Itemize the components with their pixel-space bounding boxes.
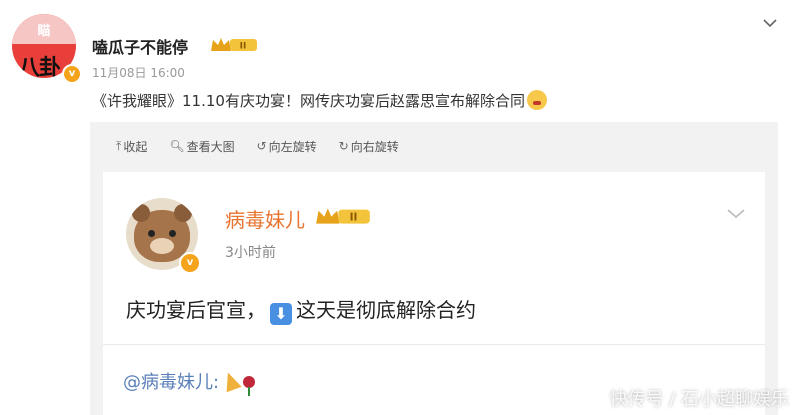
- watermark-text: 快传号 / 石小超聊娱乐: [609, 389, 789, 410]
- magnifier-icon: 🔍︎: [169, 139, 185, 153]
- post-text: 《许我耀眼》11.10有庆功宴！网传庆功宴后赵露思宣布解除合同: [92, 90, 547, 111]
- mention-text: @病毒妹儿:: [123, 372, 220, 393]
- card-time: 3小时前: [225, 245, 276, 261]
- card-level-badge-text: II: [350, 212, 358, 224]
- down-arrow-icon: ⬇: [270, 303, 292, 325]
- party-popper-icon: [220, 369, 242, 393]
- author-name[interactable]: 嗑瓜子不能停: [92, 34, 188, 58]
- card-text-before: 庆功宴后官宣，: [126, 298, 266, 322]
- rotate-left-label: 向左旋转: [268, 139, 317, 154]
- card-chevron-down-icon: [727, 209, 745, 219]
- collapse-icon: ⤒: [116, 138, 122, 153]
- card-divider: [103, 344, 765, 345]
- surprised-emoji-icon: [526, 90, 547, 110]
- rotate-right-icon: ↻: [338, 139, 349, 153]
- chevron-down-icon[interactable]: [761, 14, 779, 32]
- view-large-button[interactable]: 🔍︎ 查看大图: [169, 136, 234, 156]
- card-author-name: 病毒妹儿: [225, 208, 305, 232]
- rotate-left-icon: ↺: [256, 139, 267, 153]
- embedded-post-image[interactable]: v 病毒妹儿 II 3小时前 庆功宴后官宣， ⬇ 这天是彻底解除合约 @病毒妹儿:: [103, 172, 765, 415]
- view-large-label: 查看大图: [186, 139, 235, 154]
- card-member-crown-icon: II: [316, 208, 370, 224]
- post-timestamp[interactable]: 11月08日 16:00: [92, 64, 185, 81]
- rose-icon: [243, 376, 256, 396]
- verified-badge-icon: v: [62, 64, 82, 84]
- card-mention: @病毒妹儿:: [123, 368, 256, 396]
- avatar-logo-text: 八卦: [18, 56, 61, 78]
- level-badge-text: II: [240, 42, 247, 52]
- rotate-right-label: 向右旋转: [350, 139, 399, 154]
- member-crown-icon[interactable]: II: [210, 36, 258, 53]
- media-panel: ⤒ 收起 🔍︎ 查看大图 ↺ 向左旋转 ↻ 向右旋转 v 病毒妹儿 II 3小时…: [90, 122, 778, 415]
- collapse-label: 收起: [123, 139, 148, 154]
- card-verified-badge-icon: v: [179, 252, 201, 274]
- avatar-top-text: 瞄: [37, 24, 51, 39]
- rotate-right-button[interactable]: ↻ 向右旋转: [339, 136, 399, 156]
- collapse-button[interactable]: ⤒ 收起: [116, 136, 147, 156]
- card-text: 庆功宴后官宣， ⬇ 这天是彻底解除合约: [126, 294, 476, 325]
- post-text-content: 《许我耀眼》11.10有庆功宴！网传庆功宴后赵露思宣布解除合同: [92, 92, 525, 110]
- image-toolbar: ⤒ 收起 🔍︎ 查看大图 ↺ 向左旋转 ↻ 向右旋转: [116, 136, 399, 156]
- rotate-left-button[interactable]: ↺ 向左旋转: [257, 136, 317, 156]
- card-text-after: 这天是彻底解除合约: [296, 298, 476, 322]
